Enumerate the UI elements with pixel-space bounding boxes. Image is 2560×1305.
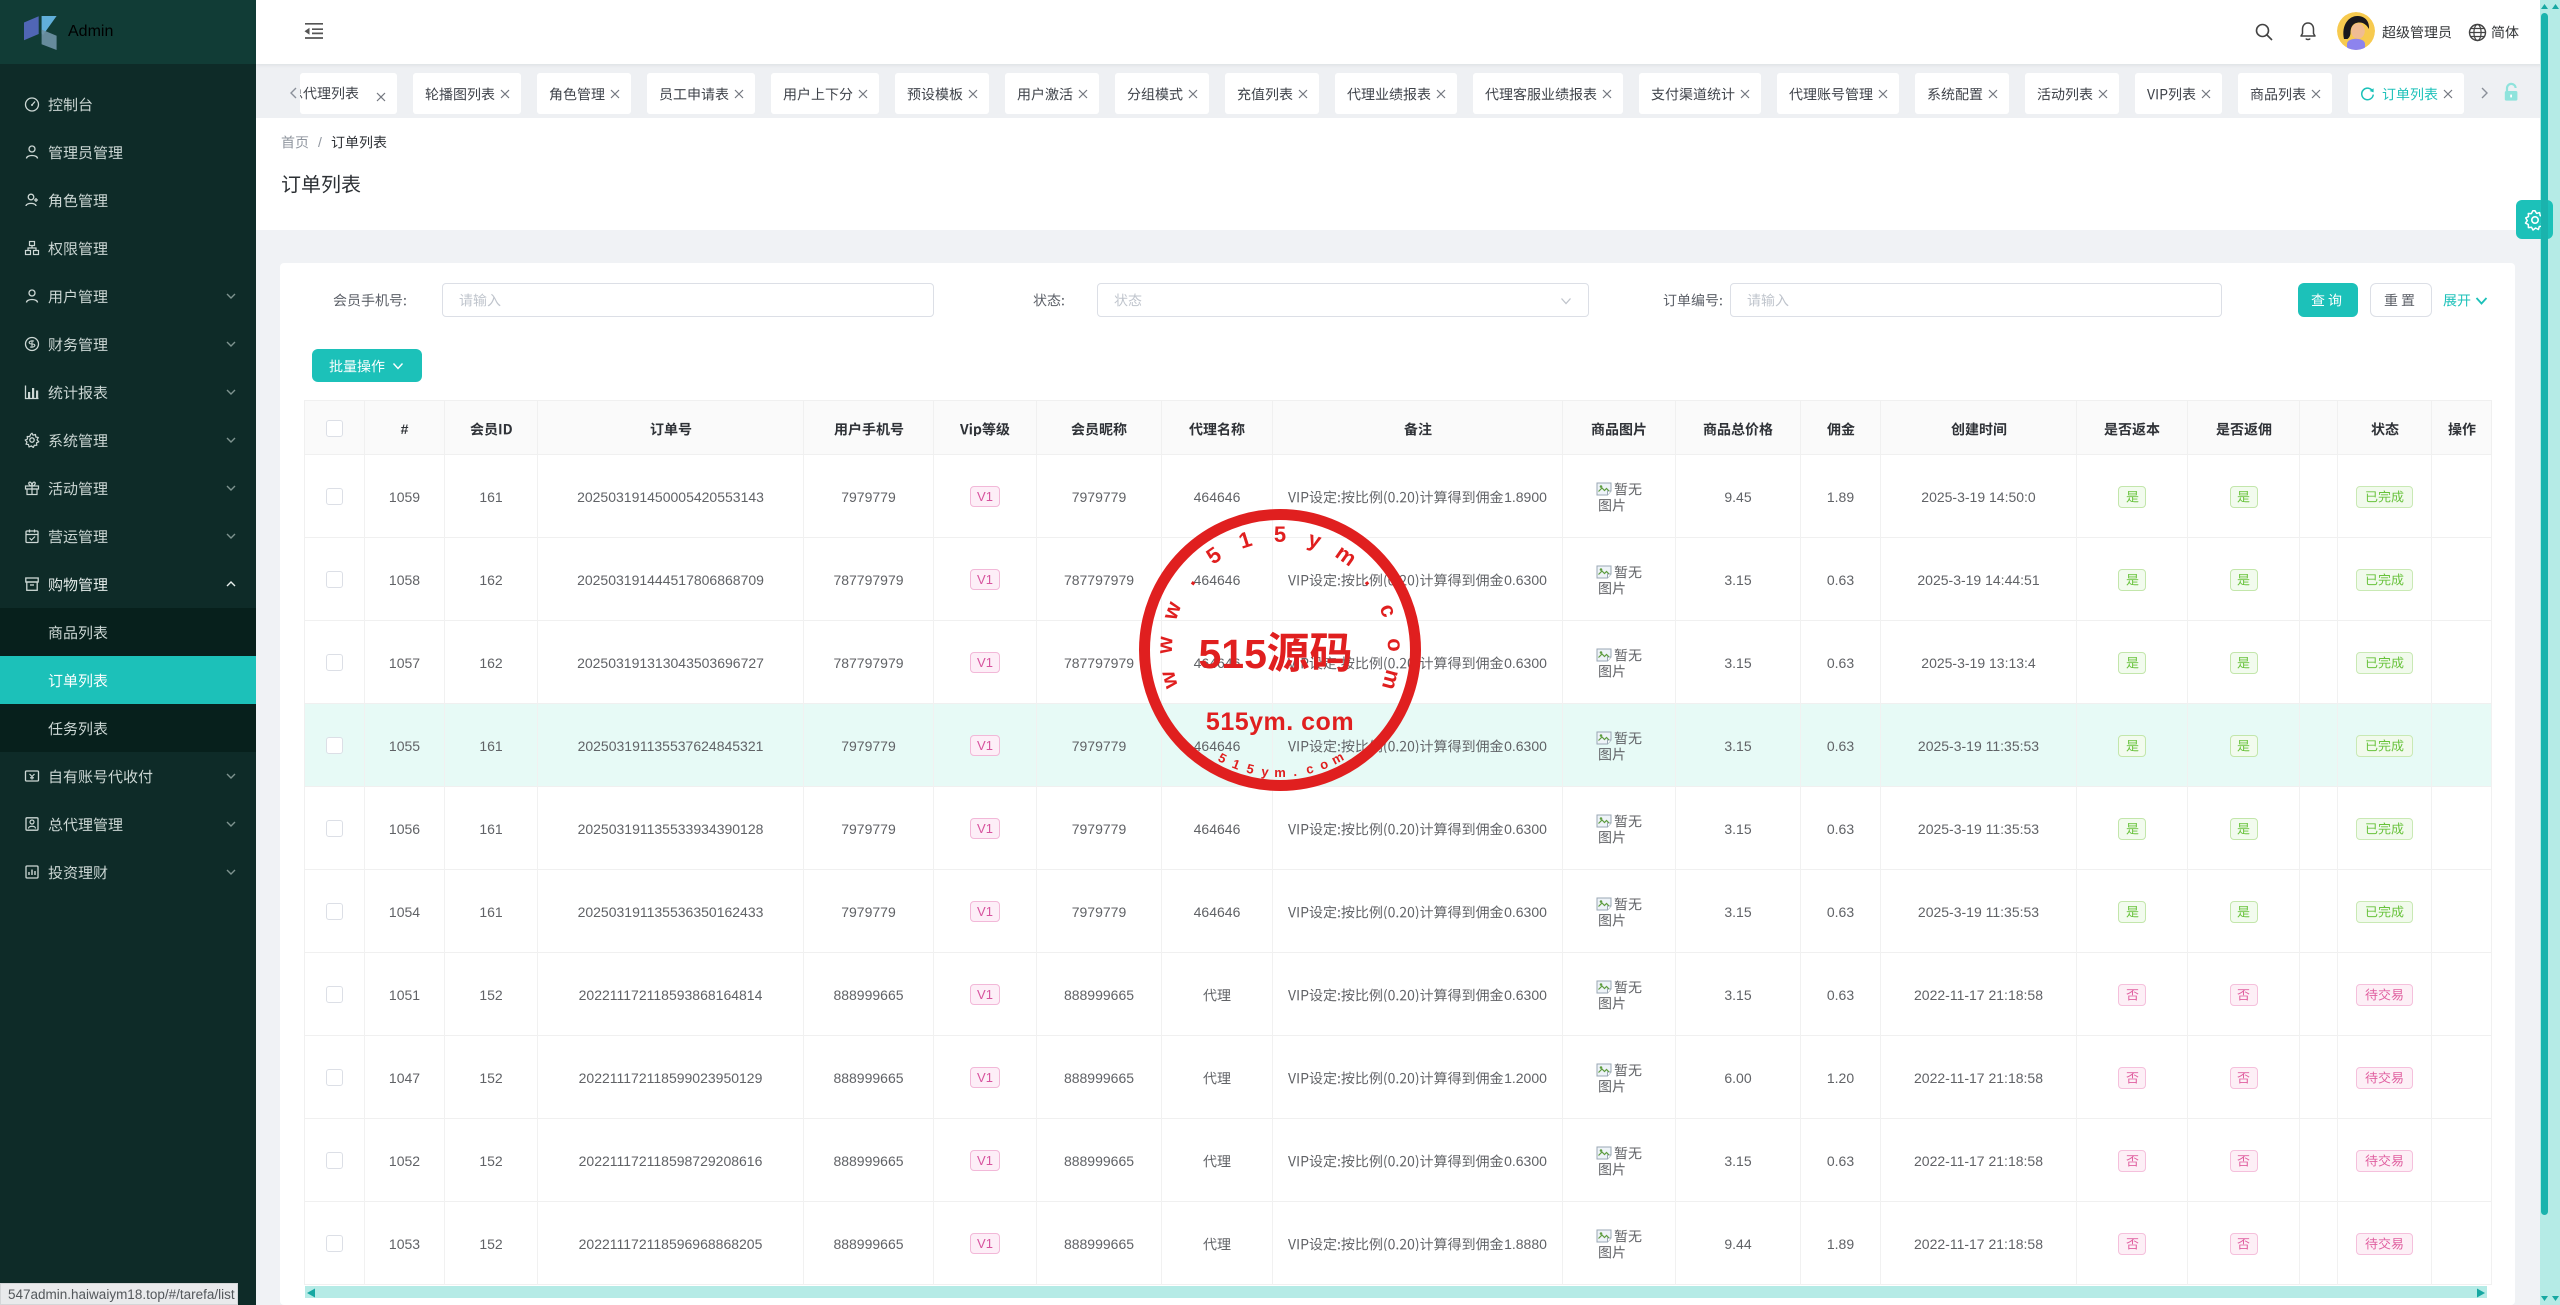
svg-text:w: w bbox=[1152, 635, 1178, 655]
svg-text:c: c bbox=[1304, 761, 1315, 777]
svg-text:5: 5 bbox=[1202, 542, 1226, 570]
svg-text:m: m bbox=[1274, 765, 1286, 780]
svg-text:w: w bbox=[1154, 668, 1183, 693]
svg-text:.: . bbox=[1360, 570, 1384, 590]
svg-text:y: y bbox=[1305, 526, 1325, 554]
svg-text:o: o bbox=[1317, 756, 1330, 773]
svg-text:5: 5 bbox=[1216, 750, 1229, 767]
svg-text:.: . bbox=[1292, 764, 1297, 779]
svg-text:.: . bbox=[1177, 570, 1201, 590]
svg-text:o: o bbox=[1383, 638, 1409, 653]
svg-text:1: 1 bbox=[1236, 526, 1255, 554]
svg-text:y: y bbox=[1261, 764, 1271, 780]
svg-text:515: 515 bbox=[1199, 631, 1267, 677]
svg-text:5: 5 bbox=[1274, 522, 1286, 547]
svg-text:5: 5 bbox=[1245, 761, 1256, 777]
svg-text:m: m bbox=[1377, 667, 1406, 692]
svg-text:515ym. com: 515ym. com bbox=[1206, 708, 1354, 736]
svg-text:1: 1 bbox=[1230, 756, 1242, 773]
svg-text:c: c bbox=[1375, 600, 1403, 620]
svg-text:w: w bbox=[1156, 597, 1186, 623]
